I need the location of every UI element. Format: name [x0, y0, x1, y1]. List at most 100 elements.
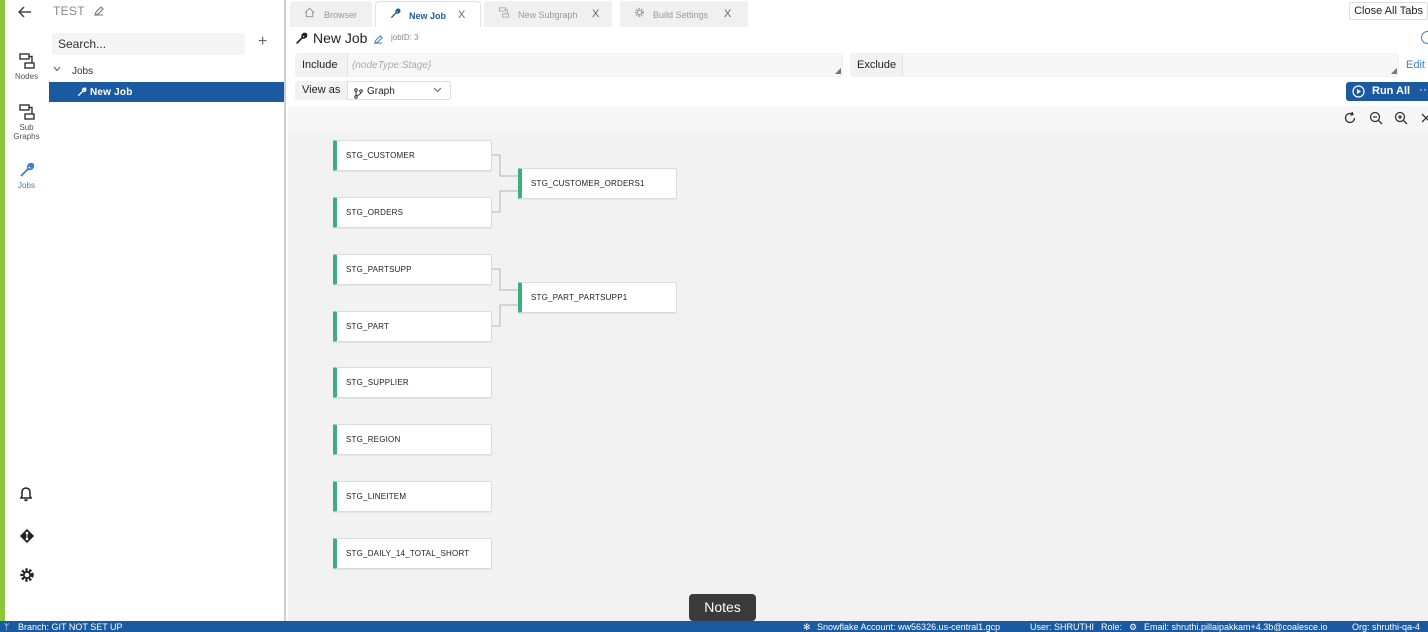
tab-label: Browser — [324, 10, 358, 20]
edit-pencil-icon[interactable] — [373, 32, 384, 50]
email-status: Email: shruthi.pillaipakkam+4.3b@coalesc… — [1144, 622, 1328, 632]
page-title: New Job — [313, 30, 368, 46]
graph-node[interactable]: STG_SUPPLIER — [333, 367, 492, 398]
subgraphs-icon — [18, 104, 35, 120]
back-arrow-icon[interactable] — [17, 3, 32, 23]
user-status: User: SHRUTHI — [1030, 622, 1095, 632]
node-label: STG_SUPPLIER — [346, 378, 409, 387]
exclude-label: Exclude — [857, 59, 897, 71]
close-all-tabs-button[interactable]: Close All Tabs — [1349, 2, 1428, 20]
left-rail: Nodes Sub Graphs Jobs — [5, 0, 48, 621]
node-label: STG_REGION — [346, 435, 401, 444]
run-all-button[interactable]: Run All ··· — [1346, 82, 1428, 101]
wrench-icon — [19, 162, 34, 177]
tab-label: New Job — [409, 11, 447, 21]
graph-branch-icon — [354, 86, 363, 104]
refresh-icon[interactable] — [1343, 111, 1357, 125]
graph-node[interactable]: STG_LINEITEM — [333, 481, 492, 512]
graph-node[interactable]: STG_PART_PARTSUPP1 — [518, 282, 677, 313]
tree-item-label: New Job — [90, 87, 133, 98]
rail-item-jobs[interactable]: Jobs — [5, 162, 48, 190]
add-job-button[interactable]: + — [258, 33, 267, 51]
node-label: STG_PART — [346, 322, 390, 331]
notifications-bell-icon[interactable] — [19, 486, 37, 504]
account-status: Snowflake Account: ww56326.us-central1.g… — [817, 622, 1001, 632]
role-status: Role: — [1101, 622, 1123, 632]
nodes-icon — [18, 53, 35, 69]
exclude-input[interactable] — [902, 54, 1397, 76]
run-all-label: Run All — [1372, 85, 1411, 97]
rail-item-label: Nodes — [14, 72, 39, 81]
status-bar: ᛘ Branch: GIT NOT SET UP ✻ Snowflake Acc… — [0, 621, 1428, 632]
zoom-out-icon[interactable] — [1369, 111, 1383, 125]
close-tab-icon[interactable]: X — [458, 9, 465, 21]
include-input[interactable]: {nodeType:Stage} — [347, 54, 841, 76]
node-label: STG_ORDERS — [346, 208, 404, 217]
exclude-filter: Exclude ◢ — [850, 53, 1399, 77]
rail-item-nodes[interactable]: Nodes — [5, 53, 48, 81]
resize-handle-icon[interactable]: ◢ — [1391, 66, 1397, 75]
graph-node[interactable]: STG_CUSTOMER_ORDERS1 — [518, 168, 677, 199]
fit-view-icon[interactable] — [1419, 111, 1428, 125]
settings-gear-icon[interactable] — [19, 567, 37, 585]
play-circle-icon — [1352, 85, 1365, 101]
wrench-icon — [77, 87, 87, 100]
snowflake-icon: ✻ — [803, 622, 811, 632]
help-icon[interactable] — [1421, 31, 1428, 44]
node-label: STG_PARTSUPP — [346, 265, 412, 274]
tree-item-new-job[interactable]: New Job — [49, 82, 284, 102]
view-as-value: Graph — [367, 86, 395, 97]
graph-node[interactable]: STG_REGION — [333, 424, 492, 455]
app-window: Nodes Sub Graphs Jobs TEST + — [0, 0, 1428, 632]
rail-item-label: Jobs — [18, 181, 35, 190]
notes-tooltip[interactable]: Notes — [689, 594, 756, 626]
branch-status[interactable]: Branch: GIT NOT SET UP — [18, 622, 123, 632]
tree-folder-label: Jobs — [72, 66, 94, 77]
include-label: Include — [302, 59, 338, 71]
graph-node[interactable]: STG_PART — [333, 311, 492, 342]
tree-folder-jobs[interactable]: Jobs — [48, 63, 284, 79]
branch-icon: ᛘ — [4, 622, 10, 632]
project-name: TEST — [53, 4, 85, 18]
graph-canvas[interactable]: STG_CUSTOMER STG_ORDERS STG_CUSTOMER_ORD… — [288, 131, 1428, 621]
chevron-down-icon — [53, 65, 61, 74]
view-as-select[interactable]: Graph — [347, 81, 451, 100]
graph-node[interactable]: STG_DAILY_14_TOTAL_SHORT — [333, 538, 492, 569]
view-as-selector: View as Graph — [295, 81, 451, 100]
tab-new-subgraph[interactable]: New Subgraph X — [484, 1, 612, 27]
wrench-icon — [295, 32, 308, 50]
node-label: STG_CUSTOMER_ORDERS1 — [531, 179, 645, 188]
search-input[interactable] — [52, 33, 245, 55]
close-tab-icon[interactable]: X — [724, 8, 731, 20]
edit-filters-link[interactable]: Edit — [1406, 59, 1425, 71]
graph-toolbar — [288, 106, 1428, 131]
subgraph-icon — [498, 7, 510, 20]
git-icon[interactable] — [19, 528, 37, 546]
node-label: STG_DAILY_14_TOTAL_SHORT — [346, 549, 470, 558]
job-id: jobID: 3 — [391, 33, 419, 42]
org-status: Org: shruthi-qa-4 — [1352, 622, 1421, 632]
edit-pencil-icon[interactable] — [93, 4, 105, 22]
node-label: STG_LINEITEM — [346, 492, 407, 501]
view-as-label: View as — [302, 84, 341, 96]
close-tab-icon[interactable]: X — [592, 8, 599, 20]
node-label: STG_CUSTOMER — [346, 151, 415, 160]
settings-small-icon: ⚙ — [1129, 622, 1138, 632]
zoom-in-icon[interactable] — [1394, 111, 1408, 125]
graph-node[interactable]: STG_ORDERS — [333, 197, 492, 228]
resize-handle-icon[interactable]: ◢ — [835, 66, 841, 75]
more-options-icon[interactable]: ··· — [1419, 82, 1428, 96]
rail-item-label: Sub Graphs — [13, 123, 40, 141]
tab-label: New Subgraph — [518, 10, 578, 20]
main-panel: Browser New Job X New Subgraph X Build S… — [288, 0, 1428, 621]
tab-browser[interactable]: Browser — [290, 1, 372, 27]
tab-bar: Browser New Job X New Subgraph X Build S… — [288, 0, 1428, 27]
tab-build-settings[interactable]: Build Settings X — [620, 1, 748, 27]
wrench-icon — [390, 8, 401, 21]
graph-node[interactable]: STG_CUSTOMER — [333, 140, 492, 171]
rail-item-subgraphs[interactable]: Sub Graphs — [5, 104, 48, 141]
tab-new-job[interactable]: New Job X — [375, 1, 481, 27]
graph-node[interactable]: STG_PARTSUPP — [333, 254, 492, 285]
include-filter: Include {nodeType:Stage} ◢ — [295, 53, 843, 77]
job-sidebar: TEST + Jobs New Job — [48, 0, 286, 621]
